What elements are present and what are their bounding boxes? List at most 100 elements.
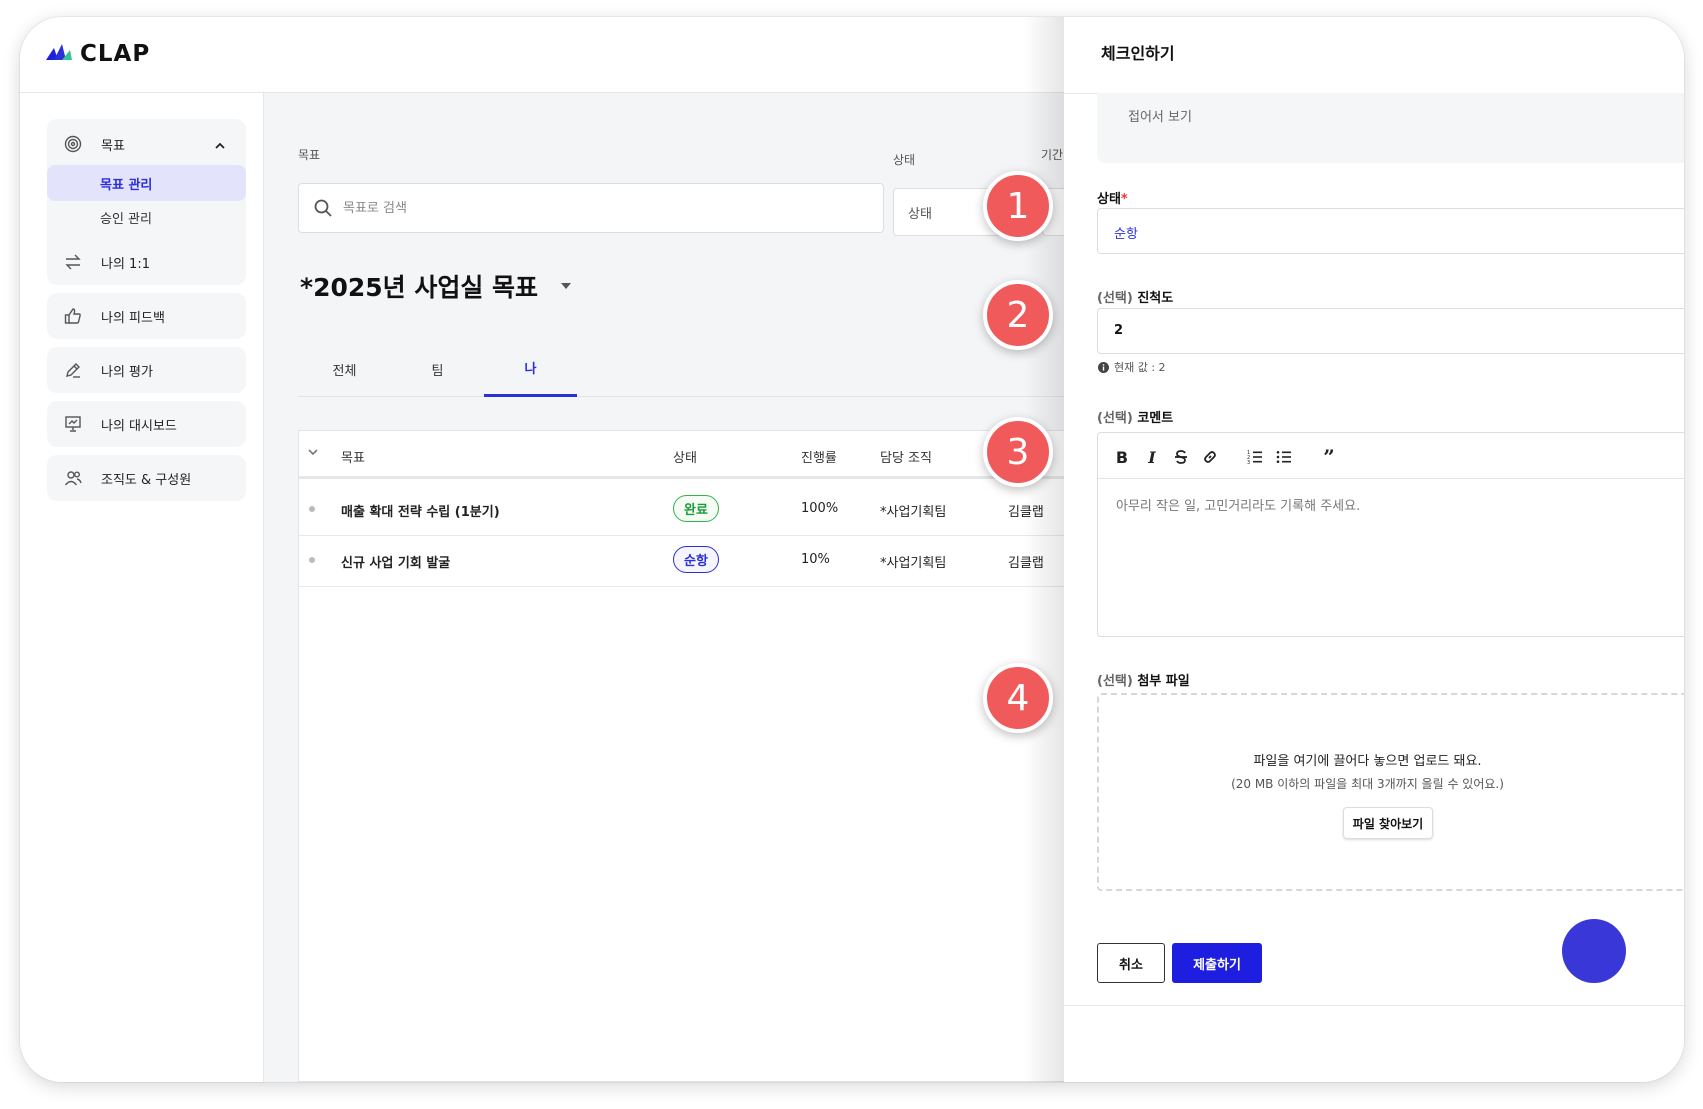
drawer-footer-divider: [1064, 1005, 1684, 1006]
tab-all[interactable]: 전체: [298, 341, 391, 397]
status-select-value: 상태: [908, 207, 932, 222]
status-field-label: 상태*: [1097, 188, 1128, 207]
callout-4: 4: [983, 663, 1053, 733]
file-dropzone[interactable]: 파일을 여기에 끌어다 놓으면 업로드 돼요. (20 MB 이하의 파일을 최…: [1097, 693, 1684, 891]
main-content: 목표 상태 상태 기간 *2025년 사업실 목표 전체 팀 나: [264, 93, 1082, 1082]
row-progress: 100%: [801, 501, 839, 516]
goal-table: 목표 상태 진행률 담당 조직 담당 매출 확대 전략 수립 (1분기) 완료 …: [298, 430, 1065, 1082]
comment-label-text: 코멘트: [1137, 411, 1174, 426]
table-row[interactable]: 매출 확대 전략 수립 (1분기) 완료 100% *사업기획팀 김클랩: [299, 482, 1065, 536]
page-title[interactable]: *2025년 사업실 목표: [300, 268, 572, 304]
clap-logo-icon: [46, 44, 72, 60]
sidebar-item-label: 나의 평가: [101, 364, 153, 380]
sidebar: 목표 목표 관리 승인 관리 나의 1:1 나의 피드백 나의 평가 나의 대시…: [20, 93, 264, 1082]
progress-field-label: (선택) 진척도: [1097, 287, 1173, 306]
sidebar-item-label: 목표: [101, 138, 125, 154]
progress-input[interactable]: 2: [1097, 308, 1684, 354]
status-dropdown-value: 순항: [1114, 227, 1138, 242]
expand-all-icon[interactable]: [307, 446, 319, 462]
svg-text:3: 3: [1247, 460, 1250, 465]
progress-input-value: 2: [1114, 323, 1124, 338]
target-icon: [64, 135, 82, 153]
sidebar-item-one-on-one[interactable]: 나의 1:1: [47, 239, 246, 285]
goal-tabs: 전체 팀 나: [298, 341, 1064, 397]
bold-icon[interactable]: B: [1111, 446, 1133, 468]
callout-3: 3: [983, 417, 1053, 487]
caret-down-icon[interactable]: [560, 282, 572, 290]
ordered-list-icon[interactable]: 123: [1244, 446, 1266, 468]
status-dropdown[interactable]: 순항: [1097, 208, 1684, 254]
submit-button[interactable]: 제출하기: [1172, 943, 1262, 983]
sidebar-subitem-goal-manage[interactable]: 목표 관리: [47, 165, 246, 201]
strikethrough-icon[interactable]: [1170, 446, 1192, 468]
sidebar-subitem-approval[interactable]: 승인 관리: [47, 199, 246, 235]
progress-hint: 현재 값 : 2: [1098, 359, 1166, 375]
logo[interactable]: CLAP: [46, 41, 150, 67]
chevron-up-icon[interactable]: [214, 137, 226, 156]
column-header-org[interactable]: 담당 조직: [880, 447, 932, 466]
sidebar-item-feedback[interactable]: 나의 피드백: [47, 293, 246, 339]
callout-2: 2: [983, 280, 1053, 350]
row-bullet: [309, 557, 315, 563]
goal-filter-label: 목표: [298, 148, 321, 162]
status-badge: 완료: [673, 495, 719, 522]
bullet-list-icon[interactable]: [1273, 446, 1295, 468]
status-badge: 순항: [673, 546, 719, 573]
column-header-progress[interactable]: 진행률: [801, 447, 837, 466]
app-window: CLAP 목표 목표 관리 승인 관리 나의 1:1 나의 피드백 나의 평가 …: [20, 17, 1684, 1082]
quote-icon[interactable]: ”: [1318, 445, 1340, 469]
row-goal[interactable]: 매출 확대 전략 수립 (1분기): [341, 501, 500, 520]
pen-edit-icon: [64, 361, 82, 379]
table-header: 목표 상태 진행률 담당 조직 담당: [299, 431, 1065, 479]
comment-field-label: (선택) 코멘트: [1097, 407, 1173, 426]
editor-toolbar: B I 123 ”: [1098, 433, 1684, 479]
callout-1: 1: [983, 171, 1053, 241]
sidebar-item-dashboard[interactable]: 나의 대시보드: [47, 401, 246, 447]
italic-icon[interactable]: I: [1141, 446, 1163, 468]
search-input[interactable]: [343, 196, 843, 220]
comment-placeholder: 아무리 작은 일, 고민거리라도 기록해 주세요.: [1116, 499, 1361, 514]
row-bullet: [309, 506, 315, 512]
thumbs-up-icon: [64, 307, 82, 325]
row-progress: 10%: [801, 552, 830, 567]
optional-tag: (선택): [1097, 291, 1133, 306]
tab-team[interactable]: 팀: [391, 341, 484, 397]
search-icon: [314, 199, 332, 221]
sidebar-item-goal[interactable]: 목표: [47, 119, 246, 169]
page-title-text: *2025년 사업실 목표: [300, 273, 539, 302]
sidebar-item-label: 나의 대시보드: [101, 418, 177, 434]
sidebar-item-org[interactable]: 조직도 & 구성원: [47, 455, 246, 501]
dropzone-message: 파일을 여기에 끌어다 놓으면 업로드 돼요.: [1253, 754, 1482, 769]
sidebar-item-label: 조직도 & 구성원: [101, 472, 192, 488]
status-filter-label: 상태: [893, 153, 916, 167]
link-icon[interactable]: [1199, 446, 1221, 468]
collapse-toggle[interactable]: 접어서 보기: [1097, 93, 1684, 163]
sidebar-item-evaluation[interactable]: 나의 평가: [47, 347, 246, 393]
sidebar-item-label: 나의 피드백: [101, 310, 165, 326]
tab-me[interactable]: 나: [484, 341, 577, 397]
goal-search-field[interactable]: [298, 183, 884, 233]
dropzone-limit-note: (20 MB 이하의 파일을 최대 3개까지 올릴 수 있어요.): [1231, 777, 1504, 791]
progress-label-text: 진척도: [1137, 291, 1174, 306]
optional-tag: (선택): [1097, 411, 1133, 426]
required-mark: *: [1120, 192, 1128, 207]
table-row[interactable]: 신규 사업 기회 발굴 순항 10% *사업기획팀 김클랩: [299, 533, 1065, 587]
column-header-goal[interactable]: 목표: [341, 447, 365, 466]
users-icon: [64, 469, 82, 487]
attachment-label-text: 첨부 파일: [1137, 674, 1190, 689]
brand-name: CLAP: [80, 41, 151, 67]
status-label-text: 상태: [1097, 192, 1121, 207]
arrows-swap-icon: [64, 253, 82, 271]
cancel-button[interactable]: 취소: [1097, 943, 1165, 983]
optional-tag: (선택): [1097, 674, 1133, 689]
collapse-toggle-label: 접어서 보기: [1128, 110, 1192, 125]
row-goal[interactable]: 신규 사업 기회 발굴: [341, 552, 450, 571]
row-org: *사업기획팀: [880, 505, 947, 520]
attachment-field-label: (선택) 첨부 파일: [1097, 670, 1190, 689]
sidebar-item-label: 나의 1:1: [101, 256, 150, 272]
column-header-status[interactable]: 상태: [673, 447, 697, 466]
browse-files-button[interactable]: 파일 찾아보기: [1343, 807, 1433, 839]
comment-editor[interactable]: B I 123 ” 아무리 작은 일, 고민거리라도 기록해 주세요.: [1097, 432, 1684, 637]
help-chat-button[interactable]: [1562, 919, 1626, 983]
row-org: *사업기획팀: [880, 556, 947, 571]
